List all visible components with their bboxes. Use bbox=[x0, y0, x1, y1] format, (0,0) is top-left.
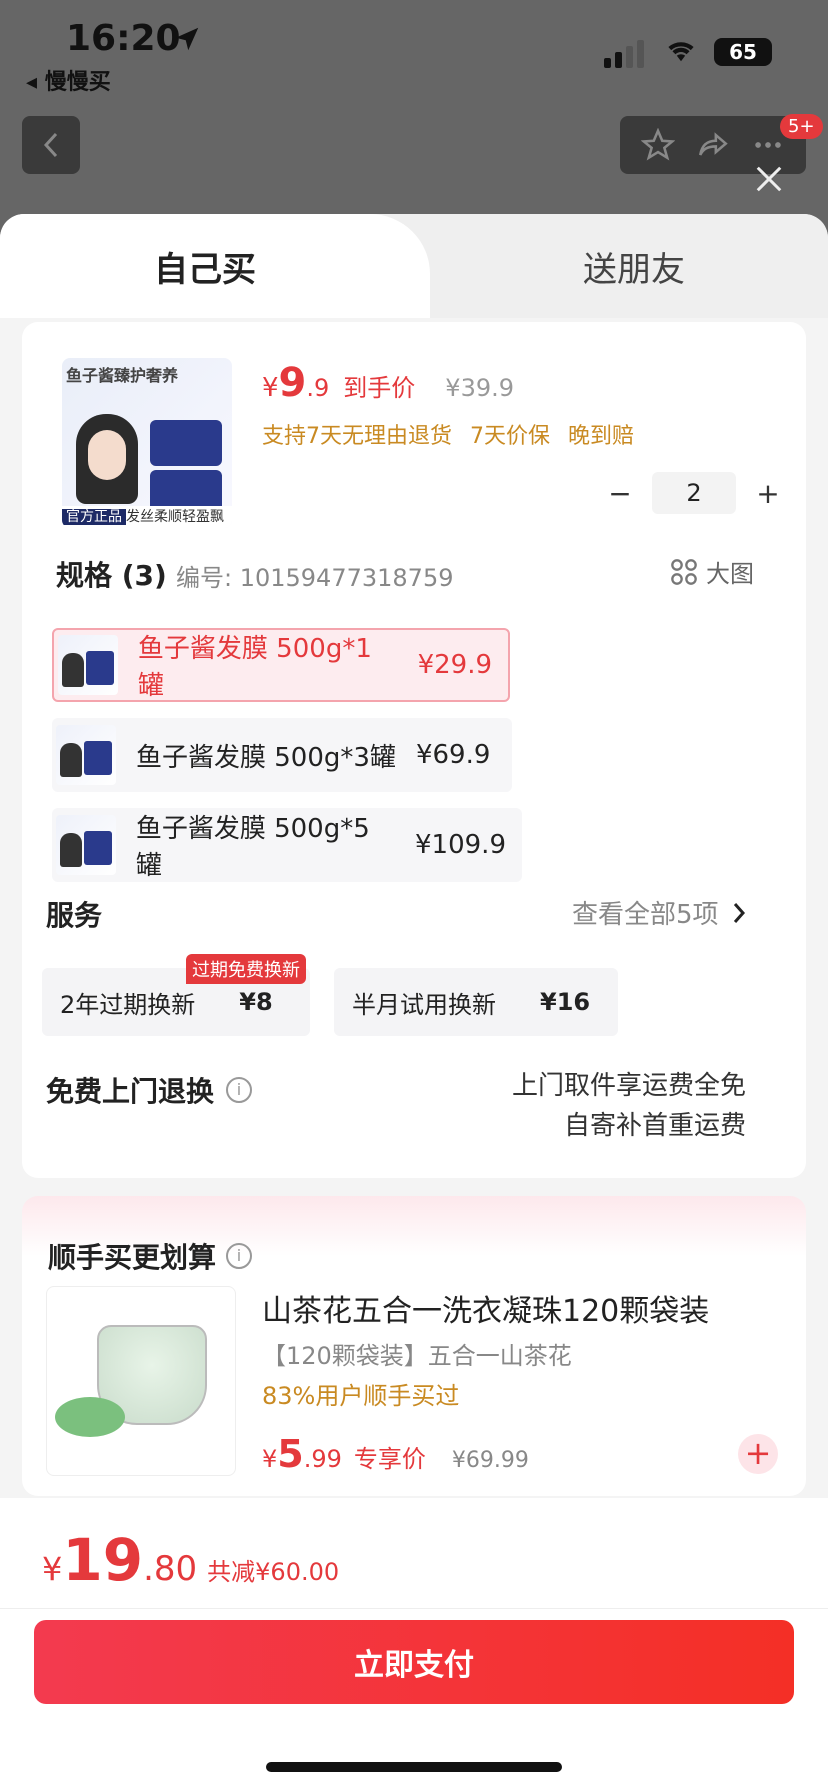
addon-rate: 83%用户顺手买过 bbox=[262, 1382, 460, 1410]
original-price: ¥39.9 bbox=[445, 374, 515, 402]
guarantee-item: 支持7天无理由退货 bbox=[262, 424, 452, 449]
spec-thumbnail bbox=[58, 635, 118, 695]
spec-option-name: 鱼子酱发膜 500g*5罐 bbox=[135, 814, 370, 881]
divider bbox=[0, 1608, 828, 1609]
close-icon[interactable] bbox=[754, 164, 784, 194]
product-price: ¥ 9 .9 到手价 ¥39.9 bbox=[262, 360, 515, 406]
decrease-button[interactable]: − bbox=[602, 477, 638, 510]
spec-option-price: ¥109.9 bbox=[415, 830, 506, 860]
guarantees: 支持7天无理由退货 7天价保 晚到赔 bbox=[262, 418, 634, 450]
product-image[interactable]: 鱼子酱臻护奢养 官方正品发丝柔顺轻盈飘逸 bbox=[62, 358, 232, 528]
chevron-right-icon bbox=[733, 902, 745, 923]
addon-image[interactable] bbox=[46, 1286, 236, 1476]
addon-title: 顺手买更划算 i bbox=[48, 1236, 253, 1276]
grid-icon bbox=[671, 558, 697, 585]
service-price: ¥16 bbox=[540, 988, 591, 1016]
back-to-app-link[interactable]: ◂ 慢慢买 bbox=[26, 64, 111, 96]
tab-bar: 自己买 送朋友 bbox=[0, 214, 828, 318]
view-all-services-link[interactable]: 查看全部5项 bbox=[572, 894, 747, 931]
spec-thumbnail bbox=[56, 725, 116, 785]
home-indicator bbox=[266, 1762, 562, 1772]
addon-name[interactable]: 山茶花五合一洗衣凝珠120颗袋装 bbox=[262, 1286, 709, 1330]
spec-option-name: 鱼子酱发膜 500g*1罐 bbox=[137, 634, 372, 701]
free-return-title: 免费上门退换 i bbox=[46, 1070, 253, 1110]
product-card: 鱼子酱臻护奢养 官方正品发丝柔顺轻盈飘逸 ¥ 9 .9 到手价 ¥39.9 支持… bbox=[22, 322, 806, 1178]
services-title: 服务 bbox=[46, 899, 103, 932]
official-tag: 官方正品发丝柔顺轻盈飘逸 bbox=[62, 506, 232, 528]
spec-code: 编号: 10159477318759 bbox=[176, 564, 454, 592]
add-addon-button[interactable]: + bbox=[738, 1434, 778, 1474]
background-page: 16:20 ◂ 慢慢买 65 5+ bbox=[0, 0, 828, 240]
total-reduce: 共减¥60.00 bbox=[207, 1558, 340, 1586]
addon-original-price: ¥69.99 bbox=[451, 1448, 529, 1473]
quantity-field[interactable]: 2 bbox=[652, 472, 736, 514]
star-icon[interactable] bbox=[640, 128, 675, 162]
guarantee-item: 晚到赔 bbox=[568, 424, 635, 449]
guarantee-item: 7天价保 bbox=[470, 424, 550, 449]
spec-option[interactable]: 鱼子酱发膜 500g*1罐 ¥29.9 bbox=[52, 628, 510, 702]
signal-icon bbox=[604, 40, 644, 68]
spec-option-name: 鱼子酱发膜 500g*3罐 bbox=[136, 742, 396, 773]
spec-option[interactable]: 鱼子酱发膜 500g*3罐 ¥69.9 bbox=[52, 718, 512, 792]
service-tag: 过期免费换新 bbox=[186, 954, 306, 984]
tab-buy-self[interactable]: 自己买 bbox=[0, 214, 430, 318]
service-option[interactable]: 半月试用换新 ¥16 bbox=[334, 968, 618, 1036]
price-label: 到手价 bbox=[343, 374, 416, 402]
more-icon[interactable] bbox=[751, 128, 785, 162]
tab-send-friend[interactable]: 送朋友 bbox=[440, 214, 828, 318]
addon-card: 顺手买更划算 i 山茶花五合一洗衣凝珠120颗袋装 【120颗袋装】五合一山茶花… bbox=[22, 1196, 806, 1496]
spec-option[interactable]: 鱼子酱发膜 500g*5罐 ¥109.9 bbox=[52, 808, 522, 882]
increase-button[interactable]: + bbox=[750, 477, 786, 510]
info-icon[interactable]: i bbox=[226, 1243, 253, 1269]
info-icon[interactable]: i bbox=[226, 1077, 253, 1103]
total-price: ¥ 19 .80 共减¥60.00 bbox=[42, 1526, 340, 1594]
service-name: 半月试用换新 bbox=[352, 990, 496, 1019]
notification-badge: 5+ bbox=[780, 114, 823, 139]
status-time: 16:20 bbox=[66, 18, 181, 59]
battery-icon: 65 bbox=[714, 38, 772, 66]
free-return-desc: 上门取件享运费全免 自寄补首重运费 bbox=[511, 1071, 746, 1141]
service-name: 2年过期换新 bbox=[60, 990, 196, 1019]
wifi-icon bbox=[668, 42, 694, 62]
big-image-button[interactable]: 大图 bbox=[670, 554, 754, 589]
spec-thumbnail bbox=[56, 815, 116, 875]
share-icon[interactable] bbox=[696, 128, 730, 162]
quantity-stepper: − 2 + bbox=[602, 472, 786, 514]
product-image-title: 鱼子酱臻护奢养 bbox=[66, 366, 179, 385]
addon-sub: 【120颗袋装】五合一山茶花 bbox=[262, 1342, 572, 1370]
back-button[interactable] bbox=[22, 116, 80, 174]
spec-title: 规格 (3) bbox=[56, 559, 167, 592]
spec-option-price: ¥29.9 bbox=[417, 650, 492, 680]
pay-bar: ¥ 19 .80 共减¥60.00 立即支付 bbox=[0, 1498, 828, 1792]
service-price: ¥8 bbox=[239, 988, 273, 1016]
spec-option-price: ¥69.9 bbox=[415, 740, 491, 770]
chevron-left-icon bbox=[43, 132, 58, 158]
location-arrow-icon bbox=[175, 27, 199, 51]
pay-now-button[interactable]: 立即支付 bbox=[34, 1620, 794, 1704]
addon-price: ¥ 5 .99 专享价 ¥69.99 bbox=[262, 1432, 529, 1476]
